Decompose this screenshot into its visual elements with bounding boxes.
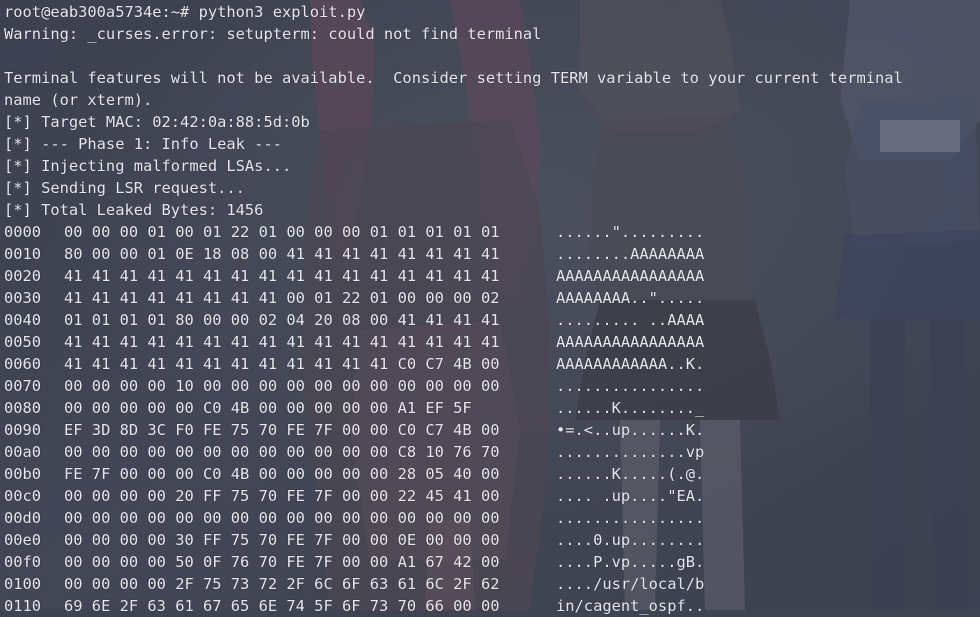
hexdump-row: 0080 00 00 00 00 00 C0 4B 00 00 00 00 00 …	[4, 397, 980, 419]
output-line: Warning: _curses.error: setupterm: could…	[4, 25, 542, 43]
hexdump-bytes: 41 41 41 41 41 41 41 41 41 41 41 41 41 4…	[64, 267, 500, 285]
output-line: [*] Total Leaked Bytes: 1456	[4, 201, 264, 219]
hexdump-row: 0070 00 00 00 00 10 00 00 00 00 00 00 00 …	[4, 375, 980, 397]
hexdump-offset: 00e0	[4, 531, 42, 549]
hexdump-offset: 0050	[4, 333, 42, 351]
hexdump-bytes: 69 6E 2F 63 61 67 65 6E 74 5F 6F 73 70 6…	[64, 597, 500, 615]
hexdump-ascii: AAAAAAAAAAAAAAAA	[556, 333, 705, 351]
hexdump-bytes: 01 01 01 01 80 00 00 02 04 20 08 00 41 4…	[64, 311, 500, 329]
output-line: [*] Sending LSR request...	[4, 179, 245, 197]
hexdump-ascii: AAAAAAAAAAAA..K.	[556, 355, 705, 373]
hexdump-offset: 0100	[4, 575, 42, 593]
terminal-output[interactable]: root@eab300a5734e:~# python3 exploit.py …	[0, 0, 980, 615]
hexdump-offset: 0040	[4, 311, 42, 329]
hexdump-bytes: EF 3D 8D 3C F0 FE 75 70 FE 7F 00 00 C0 C…	[64, 421, 500, 439]
hexdump-bytes: FE 7F 00 00 00 C0 4B 00 00 00 00 00 28 0…	[64, 465, 500, 483]
hexdump-row: 00f0 00 00 00 00 50 0F 76 70 FE 7F 00 00 …	[4, 551, 980, 573]
hexdump-ascii: ................	[556, 509, 705, 527]
hexdump-bytes: 00 00 00 00 00 00 00 00 00 00 00 00 C8 1…	[64, 443, 500, 461]
hexdump-offset: 0070	[4, 377, 42, 395]
hexdump-row: 0100 00 00 00 00 2F 75 73 72 2F 6C 6F 63 …	[4, 573, 980, 595]
hexdump-bytes: 00 00 00 00 50 0F 76 70 FE 7F 00 00 A1 6…	[64, 553, 500, 571]
hexdump-bytes: 41 41 41 41 41 41 41 41 41 41 41 41 41 4…	[64, 333, 500, 351]
hexdump-offset: 00c0	[4, 487, 42, 505]
hexdump-ascii: AAAAAAAA..".....	[556, 289, 705, 307]
hexdump-row: 00b0 FE 7F 00 00 00 C0 4B 00 00 00 00 00 …	[4, 463, 980, 485]
hexdump-ascii: ....0.up........	[556, 531, 705, 549]
hexdump-offset: 0090	[4, 421, 42, 439]
hexdump-offset: 0080	[4, 399, 42, 417]
hexdump-row: 0050 41 41 41 41 41 41 41 41 41 41 41 41 …	[4, 331, 980, 353]
hexdump-row: 0110 69 6E 2F 63 61 67 65 6E 74 5F 6F 73 …	[4, 595, 980, 617]
hexdump-offset: 00d0	[4, 509, 42, 527]
hexdump-bytes: 00 00 00 01 00 01 22 01 00 00 00 01 01 0…	[64, 223, 500, 241]
hexdump-bytes: 00 00 00 00 20 FF 75 70 FE 7F 00 00 22 4…	[64, 487, 500, 505]
hexdump-ascii: ......... ..AAAA	[556, 311, 705, 329]
hexdump-ascii: ......K.....(.@.	[556, 465, 705, 483]
hexdump-offset: 0060	[4, 355, 42, 373]
shell-prompt-line: root@eab300a5734e:~# python3 exploit.py	[4, 3, 366, 21]
hexdump-ascii: ................	[556, 377, 705, 395]
hexdump-row: 0020 41 41 41 41 41 41 41 41 41 41 41 41 …	[4, 265, 980, 287]
hexdump-row: 0060 41 41 41 41 41 41 41 41 41 41 41 41 …	[4, 353, 980, 375]
hexdump-row: 0030 41 41 41 41 41 41 41 41 00 01 22 01 …	[4, 287, 980, 309]
output-line: [*] Injecting malformed LSAs...	[4, 157, 292, 175]
hexdump-row: 00a0 00 00 00 00 00 00 00 00 00 00 00 00 …	[4, 441, 980, 463]
hexdump-offset: 00a0	[4, 443, 42, 461]
hexdump-row: 0000 00 00 00 01 00 01 22 01 00 00 00 01 …	[4, 221, 980, 243]
hexdump-offset: 00b0	[4, 465, 42, 483]
output-line: name (or xterm).	[4, 91, 153, 109]
hexdump-bytes: 80 00 00 01 0E 18 08 00 41 41 41 41 41 4…	[64, 245, 500, 263]
output-line: [*] --- Phase 1: Info Leak ---	[4, 135, 282, 153]
hexdump-ascii: .... .up...."EA.	[556, 487, 705, 505]
hexdump-offset: 0000	[4, 223, 42, 241]
hexdump-ascii: ....P.vp.....gB.	[556, 553, 705, 571]
hexdump-row: 00c0 00 00 00 00 20 FF 75 70 FE 7F 00 00 …	[4, 485, 980, 507]
hexdump-row: 0040 01 01 01 01 80 00 00 02 04 20 08 00 …	[4, 309, 980, 331]
hexdump-offset: 0020	[4, 267, 42, 285]
output-line: [*] Target MAC: 02:42:0a:88:5d:0b	[4, 113, 310, 131]
hexdump-ascii: ......K........_	[556, 399, 705, 417]
hexdump-ascii: ..../usr/local/b	[556, 575, 705, 593]
hexdump-row: 0010 80 00 00 01 0E 18 08 00 41 41 41 41 …	[4, 243, 980, 265]
hexdump-row: 00d0 00 00 00 00 00 00 00 00 00 00 00 00 …	[4, 507, 980, 529]
hexdump-offset: 0030	[4, 289, 42, 307]
hexdump-row: 0090 EF 3D 8D 3C F0 FE 75 70 FE 7F 00 00 …	[4, 419, 980, 441]
hexdump-bytes: 41 41 41 41 41 41 41 41 41 41 41 41 C0 C…	[64, 355, 500, 373]
hexdump-bytes: 00 00 00 00 00 C0 4B 00 00 00 00 00 A1 E…	[64, 399, 472, 417]
hexdump-bytes: 00 00 00 00 00 00 00 00 00 00 00 00 00 0…	[64, 509, 500, 527]
hexdump-offset: 0110	[4, 597, 42, 615]
hexdump-ascii: ........AAAAAAAA	[556, 245, 705, 263]
hexdump-ascii: in/cagent_ospf..	[556, 597, 705, 615]
hexdump-bytes: 00 00 00 00 2F 75 73 72 2F 6C 6F 63 61 6…	[64, 575, 500, 593]
hexdump-ascii: ..............vp	[556, 443, 705, 461]
hexdump-bytes: 00 00 00 00 10 00 00 00 00 00 00 00 00 0…	[64, 377, 500, 395]
hexdump-row: 00e0 00 00 00 00 30 FF 75 70 FE 7F 00 00 …	[4, 529, 980, 551]
hexdump-ascii: •=.<..up......K.	[556, 421, 705, 439]
hexdump-bytes: 00 00 00 00 30 FF 75 70 FE 7F 00 00 0E 0…	[64, 531, 500, 549]
hexdump-ascii: AAAAAAAAAAAAAAAA	[556, 267, 705, 285]
hexdump-ascii: ......".........	[556, 223, 705, 241]
hexdump-offset: 00f0	[4, 553, 42, 571]
hexdump-offset: 0010	[4, 245, 42, 263]
hexdump-bytes: 41 41 41 41 41 41 41 41 00 01 22 01 00 0…	[64, 289, 500, 307]
output-line: Terminal features will not be available.…	[4, 69, 903, 87]
